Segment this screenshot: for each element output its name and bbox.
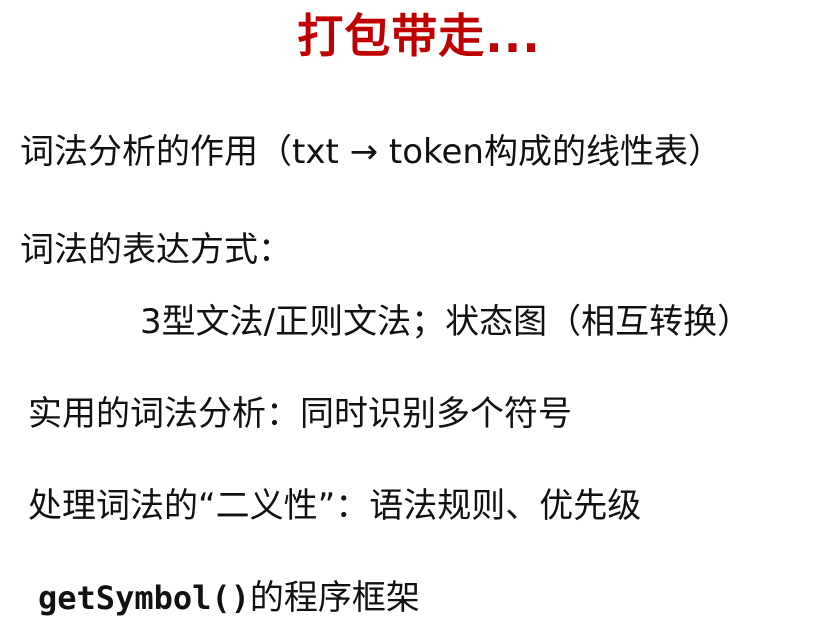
bullet-practical-analysis: 实用的词法分析：同时识别多个符号 [28, 394, 572, 434]
slide-title: 打包带走... [297, 9, 541, 63]
bullet-ambiguity-handling: 处理词法的“二义性”：语法规则、优先级 [28, 486, 642, 526]
sub-bullet-grammar-state-diagram: 3型文法/正则文法；状态图（相互转换） [140, 302, 752, 342]
bullet-lexical-expression: 词法的表达方式： [20, 230, 292, 270]
bullet-getsymbol-framework: getSymbol()的程序框架 [38, 576, 420, 620]
code-getsymbol: getSymbol() [38, 579, 250, 617]
bullet-lexical-role: 词法分析的作用（txt → token构成的线性表） [20, 132, 722, 172]
framework-label: 的程序框架 [249, 578, 420, 618]
slide: 打包带走... 词法分析的作用（txt → token构成的线性表） 词法的表达… [0, 0, 838, 632]
